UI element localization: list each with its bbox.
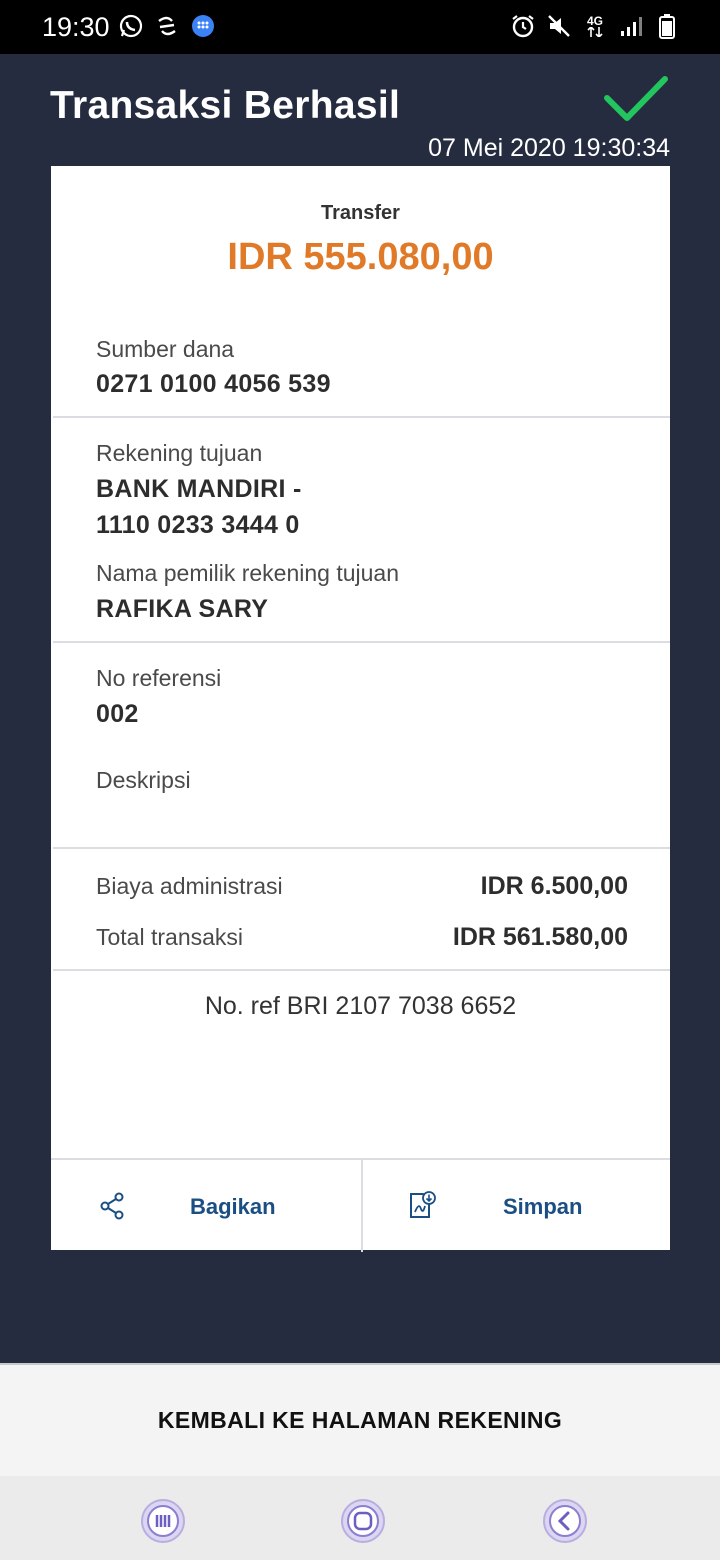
fan-icon bbox=[154, 13, 180, 39]
transaction-datetime: 07 Mei 2020 19:30:34 bbox=[428, 134, 670, 162]
ref-value: 002 bbox=[96, 700, 139, 728]
bri-reference: No. ref BRI 2107 7038 6652 bbox=[204, 992, 517, 1020]
battery-icon bbox=[654, 13, 680, 39]
share-icon bbox=[100, 1192, 124, 1220]
messenger-icon bbox=[190, 13, 216, 39]
page-title: Transaksi Berhasil bbox=[50, 84, 401, 127]
divider bbox=[53, 847, 670, 849]
total-label: Total transaksi bbox=[96, 924, 244, 950]
share-button[interactable]: Bagikan bbox=[51, 1160, 361, 1252]
desc-label: Deskripsi bbox=[96, 767, 191, 793]
divider bbox=[53, 969, 670, 971]
back-icon[interactable] bbox=[540, 1496, 590, 1546]
dest-account: 1110 0233 3444 0 bbox=[96, 511, 300, 539]
pdf-download-icon bbox=[410, 1191, 436, 1218]
save-label: Simpan bbox=[503, 1194, 583, 1219]
transaction-amount: IDR 555.080,00 bbox=[227, 236, 494, 278]
receipt-card: Transfer IDR 555.080,00 Sumber dana 0271… bbox=[51, 166, 670, 1252]
admin-fee-label: Biaya administrasi bbox=[96, 873, 283, 899]
mute-icon bbox=[546, 13, 572, 39]
recent-apps-icon[interactable] bbox=[138, 1496, 188, 1546]
check-icon bbox=[604, 76, 668, 121]
save-button[interactable]: Simpan bbox=[363, 1160, 670, 1252]
action-bar: Bagikan Simpan bbox=[51, 1158, 670, 1252]
ref-label: No referensi bbox=[96, 665, 222, 691]
home-icon[interactable] bbox=[338, 1496, 388, 1546]
transaction-type: Transfer bbox=[321, 202, 400, 224]
share-label: Bagikan bbox=[190, 1194, 276, 1219]
status-bar: 19:30 4G bbox=[0, 0, 720, 54]
total-value: IDR 561.580,00 bbox=[452, 923, 628, 951]
system-nav-bar bbox=[0, 1476, 720, 1560]
signal-icon bbox=[618, 13, 644, 39]
back-to-accounts-button[interactable]: KEMBALI KE HALAMAN REKENING bbox=[0, 1363, 720, 1476]
divider bbox=[53, 641, 670, 643]
network-4g-icon: 4G bbox=[582, 13, 608, 39]
source-value: 0271 0100 4056 539 bbox=[96, 370, 331, 398]
network-label: 4G bbox=[586, 14, 603, 28]
admin-fee-value: IDR 6.500,00 bbox=[480, 872, 628, 900]
dest-bank: BANK MANDIRI - bbox=[96, 475, 302, 503]
owner-label: Nama pemilik rekening tujuan bbox=[96, 560, 399, 586]
whatsapp-icon bbox=[118, 13, 144, 39]
alarm-icon bbox=[510, 13, 536, 39]
source-label: Sumber dana bbox=[96, 336, 235, 362]
divider bbox=[53, 416, 670, 418]
dest-label: Rekening tujuan bbox=[96, 440, 263, 466]
owner-value: RAFIKA SARY bbox=[96, 595, 269, 623]
status-time: 19:30 bbox=[42, 12, 110, 42]
back-label: KEMBALI KE HALAMAN REKENING bbox=[157, 1407, 563, 1433]
